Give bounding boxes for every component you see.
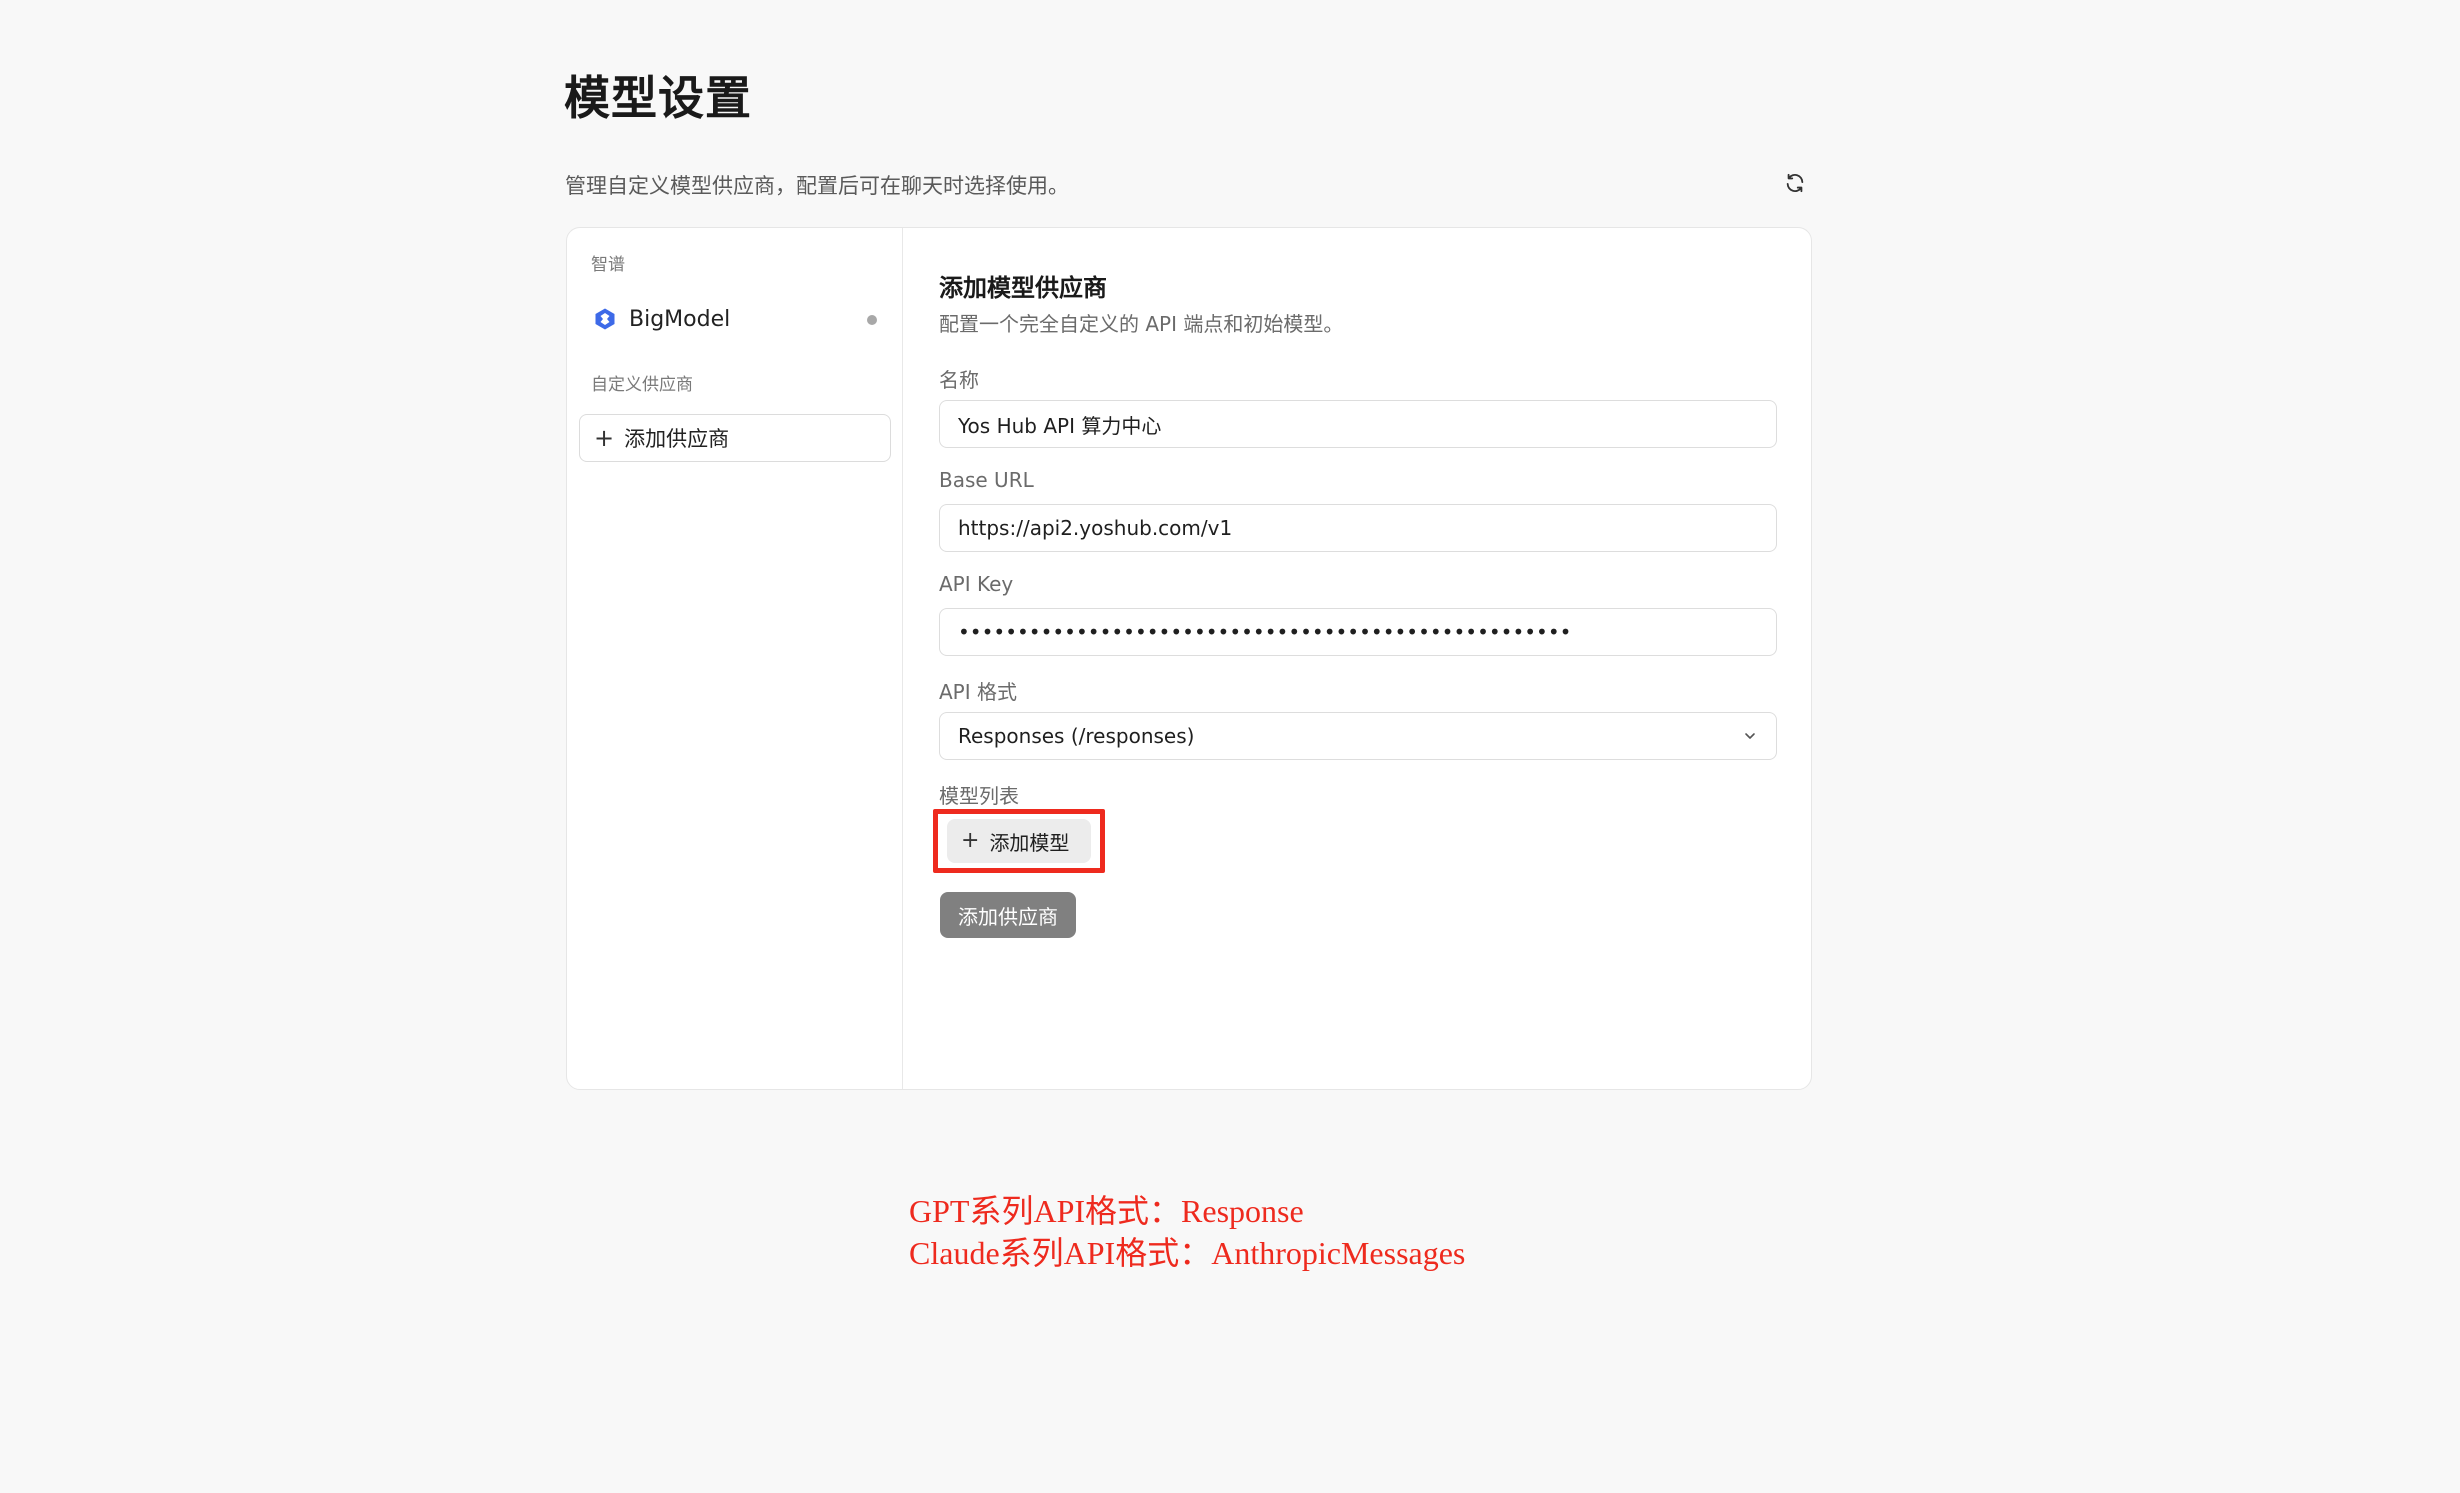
form-description: 配置一个完全自定义的 API 端点和初始模型。 [939, 312, 1344, 336]
sidebar-item-label: BigModel [629, 306, 731, 332]
refresh-button[interactable] [1780, 168, 1810, 198]
refresh-icon [1786, 173, 1804, 193]
name-input[interactable] [939, 400, 1777, 448]
chevron-down-icon [1745, 733, 1755, 739]
page-title: 模型设置 [564, 71, 752, 125]
provider-sidebar: 智谱 BigModel 自定义供应商 + 添加供应商 [567, 228, 903, 1089]
api-format-select[interactable]: Responses (/responses) [939, 712, 1777, 760]
annotation-gpt: GPT系列API格式：Response [909, 1193, 1304, 1229]
submit-add-provider-button[interactable]: 添加供应商 [940, 892, 1076, 938]
provider-form: 添加模型供应商 配置一个完全自定义的 API 端点和初始模型。 名称 Base … [903, 228, 1811, 1089]
api-key-input[interactable] [939, 608, 1777, 656]
api-format-label: API 格式 [939, 680, 1017, 704]
base-url-label: Base URL [939, 468, 1034, 492]
sidebar-item-bigmodel[interactable]: BigModel [579, 294, 891, 344]
bigmodel-logo-icon [595, 308, 615, 330]
sidebar-add-provider-button[interactable]: + 添加供应商 [579, 414, 891, 462]
sidebar-add-provider-label: 添加供应商 [624, 427, 730, 451]
page-description: 管理自定义模型供应商，配置后可在聊天时选择使用。 [565, 174, 1069, 198]
sidebar-section-builtin: 智谱 [591, 255, 625, 275]
form-title: 添加模型供应商 [939, 274, 1107, 302]
models-label: 模型列表 [939, 784, 1019, 808]
annotation-claude: Claude系列API格式：AnthropicMessages [909, 1235, 1466, 1271]
base-url-input[interactable] [939, 504, 1777, 552]
highlight-box [933, 809, 1105, 873]
status-dot [867, 315, 877, 325]
api-format-selected: Responses (/responses) [958, 724, 1195, 748]
name-label: 名称 [939, 368, 979, 392]
api-key-label: API Key [939, 572, 1014, 596]
sidebar-section-custom: 自定义供应商 [591, 375, 693, 395]
settings-card: 智谱 BigModel 自定义供应商 + 添加供应商 添加模型供应商 配置一个完… [566, 227, 1812, 1090]
plus-icon: + [594, 424, 615, 452]
